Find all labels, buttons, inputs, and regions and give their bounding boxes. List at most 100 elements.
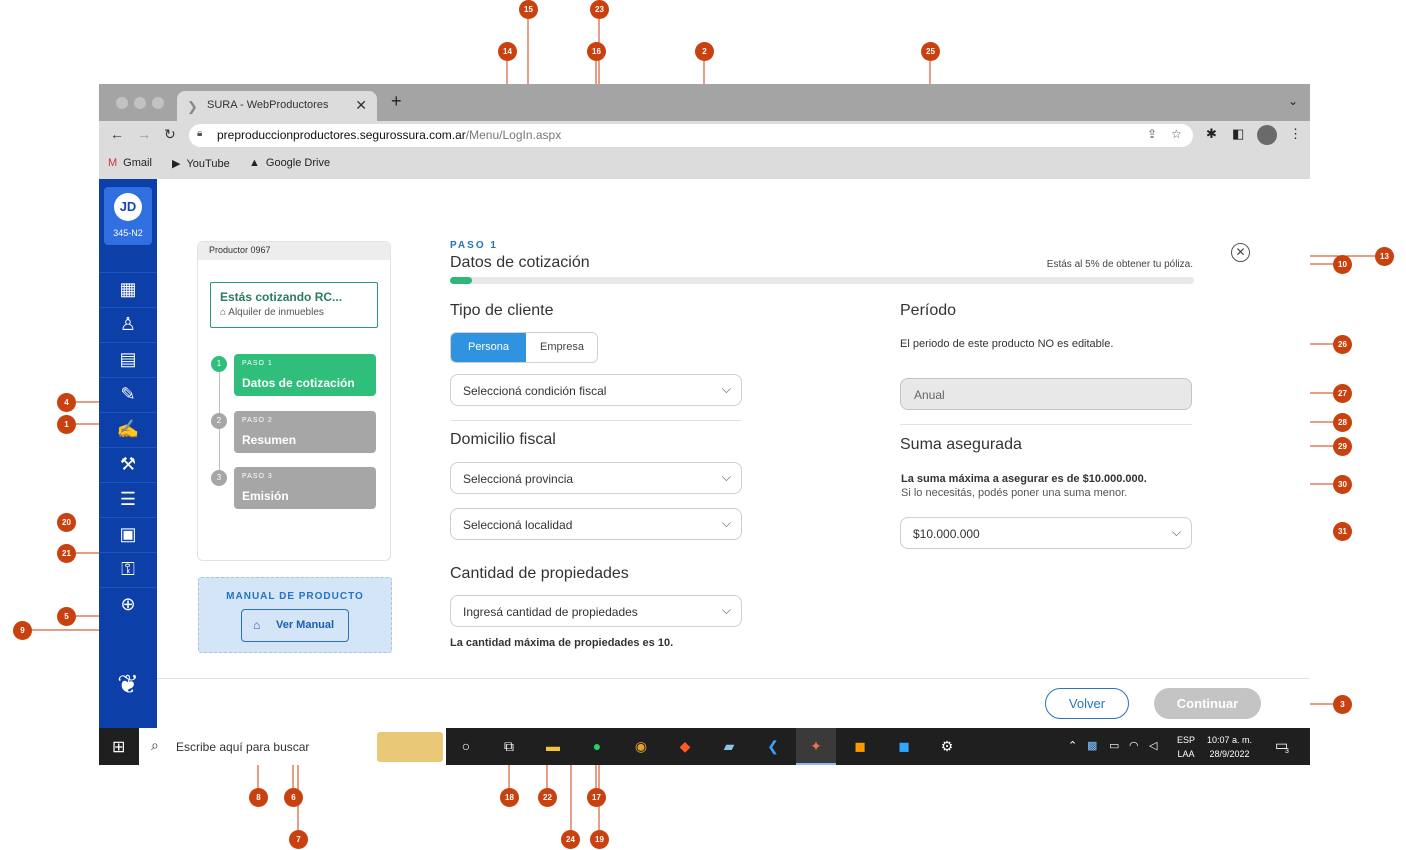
sidebar-item-documents[interactable]: ▤ <box>99 342 157 376</box>
view-manual-button[interactable]: ⌂ Ver Manual <box>241 609 349 642</box>
reload-icon[interactable]: ↻ <box>164 126 176 143</box>
bookmark-youtube[interactable]: ▶ YouTube <box>172 157 230 170</box>
back-button[interactable]: Volver <box>1045 688 1129 719</box>
step-kicker: PASO 2 <box>242 417 273 424</box>
marker-24: 24 <box>561 830 580 849</box>
step-2-pill[interactable]: PASO 2 Resumen <box>234 411 376 453</box>
sidebar-item-claims[interactable]: ⚒ <box>99 447 157 481</box>
task-view-icon[interactable]: ⧉ <box>489 728 529 765</box>
marker-26: 26 <box>1333 335 1352 354</box>
marker-13: 13 <box>1375 247 1394 266</box>
globe-hand-icon: ⊕ <box>120 594 136 614</box>
sum-insured-select[interactable]: $10.000.000 ⌵ <box>900 517 1192 549</box>
period-hint: El periodo de este producto NO es editab… <box>900 338 1114 350</box>
tab-bar: ❯ SURA - WebProductores ✕ + ⌄ <box>99 84 1310 121</box>
tray-chevron-up-icon[interactable]: ⌃ <box>1068 739 1077 752</box>
client-type-persona[interactable]: Persona <box>451 333 526 362</box>
profile-avatar[interactable] <box>1257 125 1277 145</box>
period-heading: Período <box>900 302 957 319</box>
marker-23: 23 <box>590 0 609 19</box>
share-icon[interactable]: ⇪ <box>1147 127 1157 141</box>
url-bar[interactable]: 🔒︎ preproduccionproductores.segurossura.… <box>189 124 1193 147</box>
wifi-icon[interactable]: ◠ <box>1129 739 1139 752</box>
marker-16: 16 <box>587 42 606 61</box>
window-minimize-dot[interactable] <box>134 97 146 109</box>
window-close-dot[interactable] <box>116 97 128 109</box>
photoshop-icon[interactable]: ◼ <box>884 728 924 765</box>
clock[interactable]: 10:07 a. m. 28/9/2022 <box>1207 733 1252 761</box>
back-arrow-icon[interactable]: ← <box>110 126 124 142</box>
tab-search-chevron-icon[interactable]: ⌄ <box>1288 94 1298 108</box>
sidebar-item-global[interactable]: ⊕ <box>99 587 157 621</box>
marker-14: 14 <box>498 42 517 61</box>
file-explorer-icon[interactable]: ▬ <box>533 728 573 765</box>
side-panel-icon[interactable]: ◧ <box>1232 126 1244 142</box>
home-icon: ⌂ <box>253 618 261 632</box>
forward-arrow-icon[interactable]: → <box>137 126 151 142</box>
brave-icon[interactable]: ◆ <box>665 728 705 765</box>
bookmark-gmail[interactable]: M Gmail <box>108 157 152 169</box>
figma-icon[interactable]: ✦ <box>796 728 836 765</box>
marker-25: 25 <box>921 42 940 61</box>
window-zoom-dot[interactable] <box>152 97 164 109</box>
chevron-down-icon: ⌵ <box>721 603 731 617</box>
continue-button[interactable]: Continuar <box>1154 688 1261 719</box>
sura-favicon-icon: ❯ <box>187 99 198 114</box>
marker-10: 10 <box>1333 255 1352 274</box>
cortana-icon[interactable]: ○ <box>446 728 486 765</box>
illustrator-icon[interactable]: ◼ <box>840 728 880 765</box>
settings-gear-icon[interactable]: ⚙ <box>927 728 967 765</box>
search-icon: ⌕ <box>151 737 159 753</box>
google-drive-icon: ▲ <box>249 157 260 169</box>
new-tab-icon[interactable]: + <box>391 91 402 112</box>
sum-insured-heading: Suma asegurada <box>900 436 1022 453</box>
sura-logo-icon: ❦ <box>117 669 139 699</box>
extensions-puzzle-icon[interactable]: ✱ <box>1206 126 1217 142</box>
wallet-icon: ▣ <box>119 524 137 544</box>
progress-bar <box>450 277 1194 284</box>
quote-summary: Estás cotizando RC... ⌂ Alquiler de inmu… <box>210 282 378 328</box>
locality-select[interactable]: Seleccioná localidad ⌵ <box>450 508 742 540</box>
marker-18: 18 <box>500 788 519 807</box>
step-1-pill[interactable]: PASO 1 Datos de cotización <box>234 354 376 396</box>
step-title: Emisión <box>242 489 289 503</box>
sidebar-item-clients[interactable]: ♙ <box>99 307 157 341</box>
sidebar-item-dashboard[interactable]: ▦ <box>99 272 157 306</box>
taskbar-search[interactable]: ⌕ Escribe aquí para buscar <box>139 728 446 765</box>
clipboard-icon: ☰ <box>119 489 137 509</box>
sidebar-item-keys[interactable]: ⚿ <box>99 552 157 586</box>
step-title: Datos de cotización <box>242 376 355 390</box>
bookmark-star-icon[interactable]: ☆ <box>1171 127 1182 141</box>
marker-7: 7 <box>289 830 308 849</box>
browser-tab[interactable]: ❯ SURA - WebProductores ✕ <box>177 91 377 121</box>
spotify-icon[interactable]: ● <box>577 728 617 765</box>
windows-start-icon[interactable]: ⊞ <box>112 737 125 757</box>
chrome-icon[interactable]: ◉ <box>621 728 661 765</box>
sidebar-item-policies[interactable]: ✍ <box>99 412 157 446</box>
tax-condition-select[interactable]: Seleccioná condición fiscal ⌵ <box>450 374 742 406</box>
sidebar-item-wallet[interactable]: ▣ <box>99 517 157 551</box>
stepper-card: Productor 0967 Estás cotizando RC... ⌂ A… <box>197 241 391 561</box>
marker-9: 9 <box>13 621 32 640</box>
kebab-menu-icon[interactable]: ⋮ <box>1289 126 1302 142</box>
sidebar-item-quotes[interactable]: ✎ <box>99 377 157 411</box>
battery-icon[interactable]: ▭ <box>1109 739 1119 752</box>
tray-app-icon[interactable]: ▩ <box>1087 739 1097 752</box>
client-type-empresa[interactable]: Empresa <box>526 333 597 362</box>
close-icon[interactable]: ✕ <box>1231 243 1250 262</box>
marker-21: 21 <box>57 544 76 563</box>
vscode-icon[interactable]: ❮ <box>753 728 793 765</box>
tab-close-icon[interactable]: ✕ <box>355 97 367 114</box>
tab-title: SURA - WebProductores <box>207 99 329 111</box>
user-card[interactable]: JD 345-N2 <box>104 187 152 245</box>
province-select[interactable]: Seleccioná provincia ⌵ <box>450 462 742 494</box>
sidebar-item-reports[interactable]: ☰ <box>99 482 157 516</box>
volume-icon[interactable]: ◁ <box>1149 739 1157 752</box>
url-text: preproduccionproductores.segurossura.com… <box>217 128 562 142</box>
step-3-pill[interactable]: PASO 3 Emisión <box>234 467 376 509</box>
notepad-icon[interactable]: ▰ <box>709 728 749 765</box>
properties-select[interactable]: Ingresá cantidad de propiedades ⌵ <box>450 595 742 627</box>
input-language[interactable]: ESP LAA <box>1177 733 1195 761</box>
step-kicker-main: PASO 1 <box>450 240 498 251</box>
bookmark-google-drive[interactable]: ▲ Google Drive <box>249 157 330 169</box>
